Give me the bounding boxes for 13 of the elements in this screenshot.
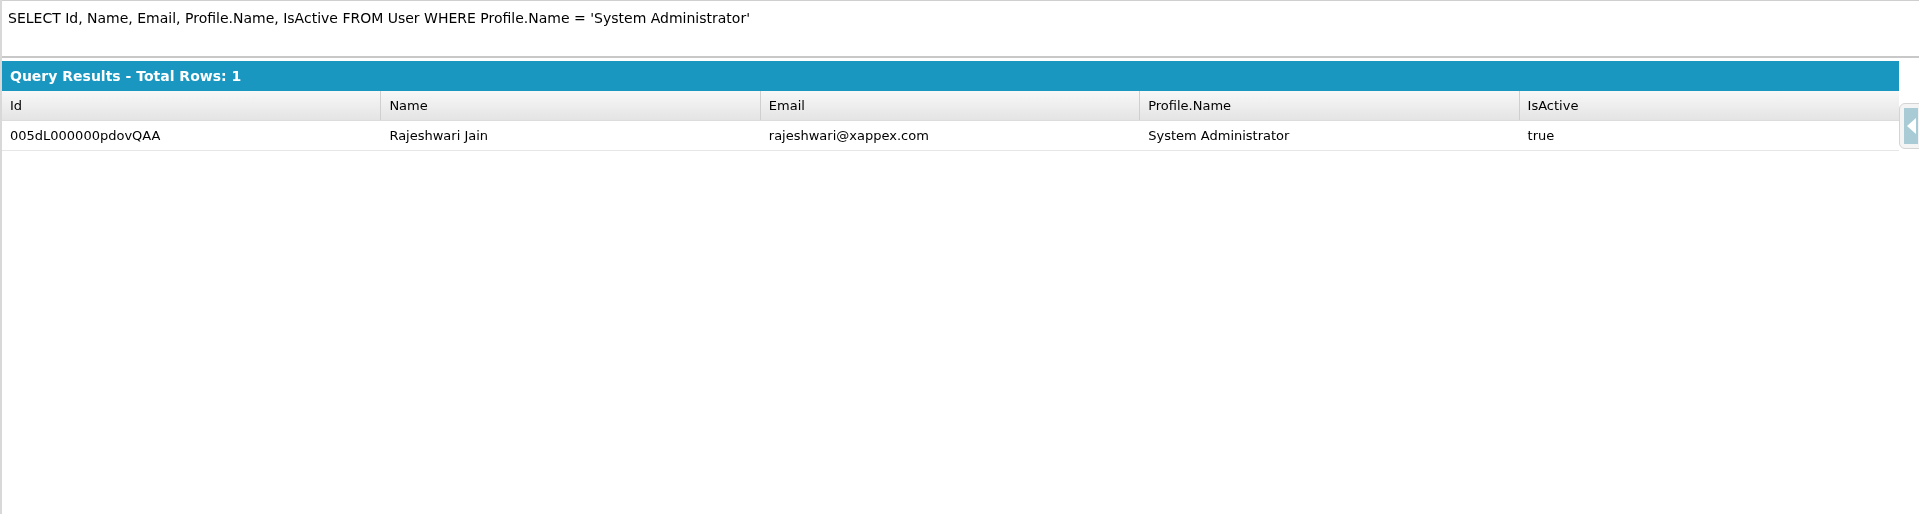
collapse-tab-icon[interactable] bbox=[1899, 103, 1919, 149]
table-cell-text: rajeshwari@xappex.com bbox=[767, 126, 930, 145]
column-header[interactable]: Id bbox=[2, 91, 382, 120]
column-header[interactable]: Name bbox=[381, 91, 761, 120]
table-cell-text: Rajeshwari Jain bbox=[388, 126, 490, 145]
table-cell-text: System Administrator bbox=[1147, 126, 1291, 145]
column-header[interactable]: Email bbox=[760, 91, 1141, 120]
query-field[interactable]: SELECT Id, Name, Email, Profile.Name, IsActive FROM User WHERE Profile.Name = 'System Administrator' bbox=[2, 0, 1919, 58]
results-header: Query Results - Total Rows: 1 bbox=[2, 61, 1899, 91]
column-header[interactable]: IsActive bbox=[1519, 91, 1899, 120]
table-cell-text: true bbox=[1526, 126, 1556, 145]
table-cell-text: 005dL000000pdovQAA bbox=[9, 126, 162, 145]
column-header[interactable]: Profile.Name bbox=[1140, 91, 1520, 120]
